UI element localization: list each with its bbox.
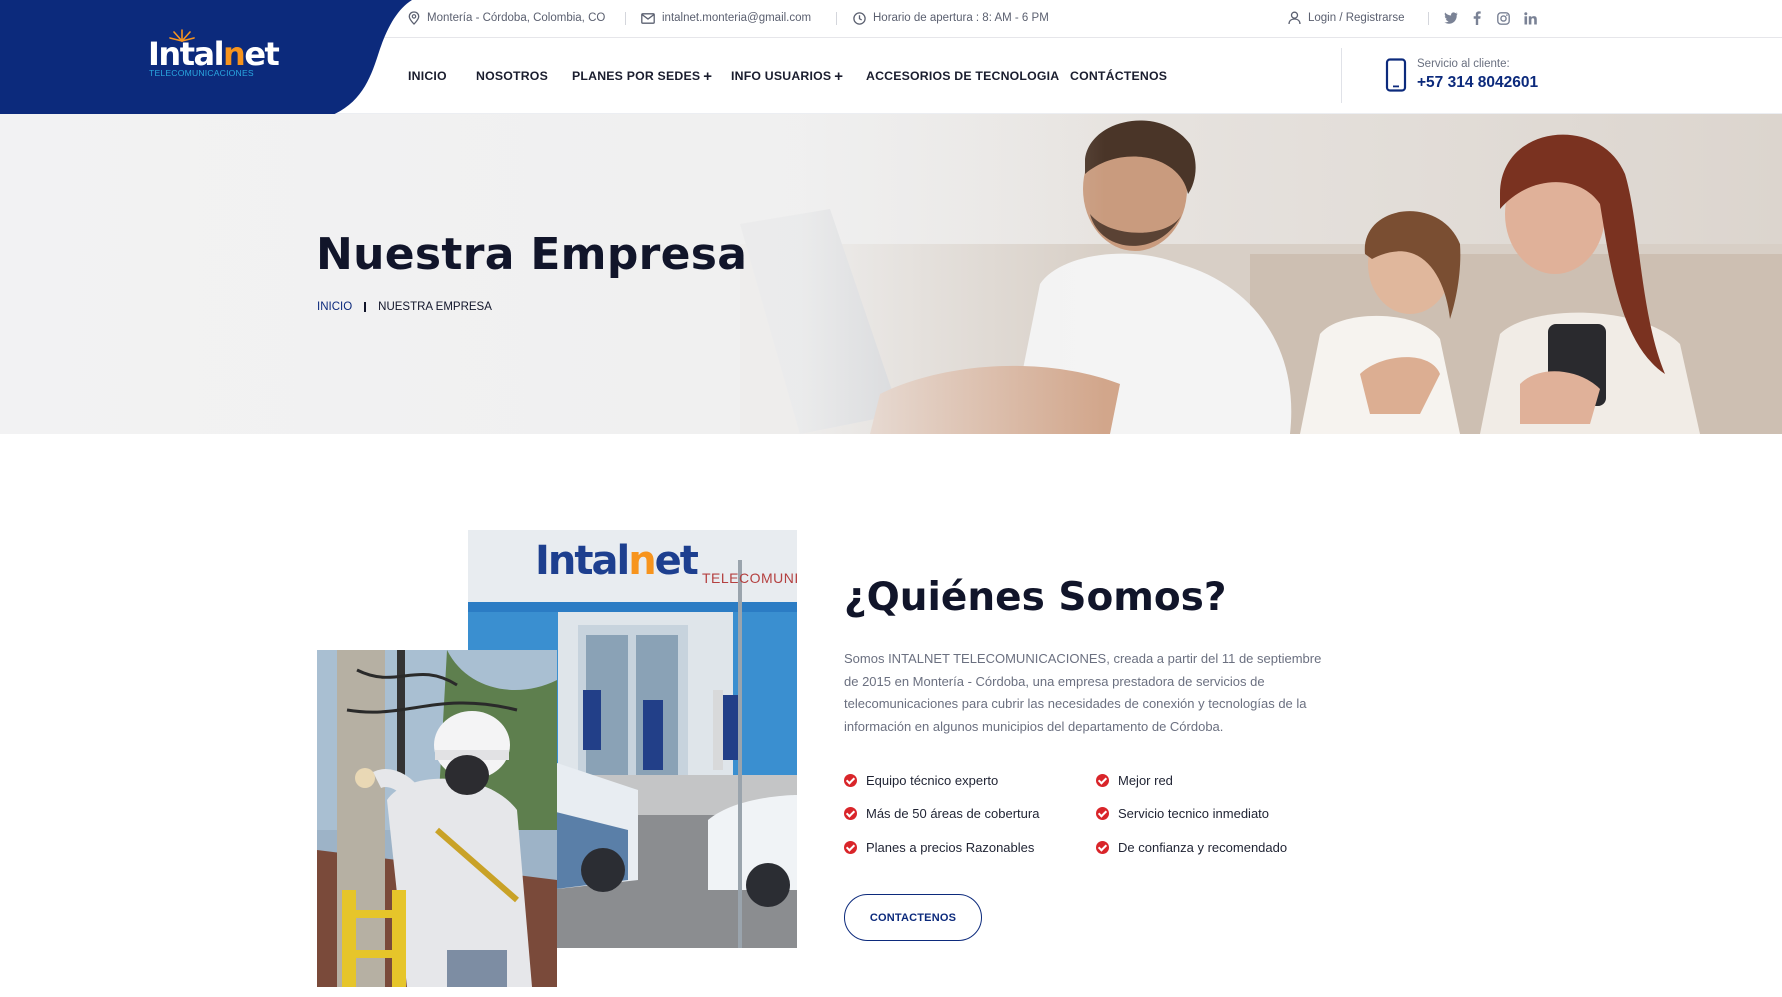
hours-info: Horario de apertura : 8: AM - 6 PM (853, 0, 1049, 36)
store-sign-text: et (654, 538, 699, 584)
hours-text: Horario de apertura : 8: AM - 6 PM (873, 12, 1049, 24)
smartphone-icon (1385, 58, 1407, 92)
feature-item: Equipo técnico experto (844, 773, 998, 788)
store-sign-text: Intal (535, 538, 630, 584)
family-photo (0, 114, 1782, 434)
breadcrumb: INICIO NUESTRA EMPRESA (317, 301, 492, 313)
feature-item: Más de 50 áreas de cobertura (844, 806, 1039, 821)
contact-button[interactable]: CONTACTENOS (844, 894, 982, 941)
check-circle-icon (1096, 807, 1109, 820)
store-sign: Intalnet (535, 538, 699, 584)
check-circle-icon (844, 807, 857, 820)
feature-label: Mejor red (1118, 773, 1173, 788)
nav-item-contactenos[interactable]: CONTÁCTENOS (1070, 38, 1167, 114)
nav-item-info-usuarios[interactable]: INFO USUARIOS + (731, 38, 843, 114)
check-circle-icon (1096, 774, 1109, 787)
intalnet-logo[interactable]: Intalnet TELECOMUNICACIONES (148, 29, 280, 84)
technician-photo (317, 650, 557, 987)
about-paragraph: Somos INTALNET TELECOMUNICACIONES, cread… (844, 651, 1322, 734)
service-phone[interactable]: +57 314 8042601 (1417, 74, 1538, 92)
service-label: Servicio al cliente: (1417, 58, 1510, 70)
feature-item: Servicio tecnico inmediato (1096, 806, 1269, 821)
nav-item-nosotros[interactable]: NOSOTROS (476, 38, 548, 114)
feature-item: Mejor red (1096, 773, 1173, 788)
user-icon (1288, 11, 1301, 25)
instagram-icon[interactable] (1494, 8, 1512, 28)
envelope-icon (641, 12, 655, 24)
location-text: Montería - Córdoba, Colombia, CO (427, 12, 606, 24)
store-sign-subtitle: TELECOMUNIC (702, 570, 797, 586)
login-link[interactable]: Login / Registrarse (1288, 0, 1405, 36)
nav-item-accesorios[interactable]: ACCESORIOS DE TECNOLOGIA (866, 38, 1059, 114)
login-label[interactable]: Login / Registrarse (1308, 12, 1405, 24)
clock-icon (853, 11, 866, 25)
breadcrumb-home-link[interactable]: INICIO (317, 301, 352, 313)
linkedin-icon[interactable] (1521, 8, 1539, 28)
facebook-icon[interactable] (1468, 8, 1486, 28)
topbar-divider (836, 12, 837, 25)
logo-wordmark: Intalnet (148, 38, 280, 70)
feature-item: De confianza y recomendado (1096, 840, 1287, 855)
email-link[interactable]: intalnet.monteria@gmail.com (662, 12, 811, 24)
twitter-icon[interactable] (1442, 8, 1460, 28)
feature-item: Planes a precios Razonables (844, 840, 1034, 855)
nav-label[interactable]: CONTÁCTENOS (1070, 69, 1167, 83)
about-title: ¿Quiénes Somos? (844, 575, 1227, 620)
location-info: Montería - Córdoba, Colombia, CO (408, 0, 605, 36)
plus-icon: + (703, 67, 713, 85)
topbar-divider (625, 12, 626, 25)
nav-label[interactable]: NOSOTROS (476, 69, 548, 83)
feature-label: Más de 50 áreas de cobertura (866, 806, 1040, 821)
breadcrumb-separator (364, 302, 367, 312)
check-circle-icon (844, 774, 857, 787)
breadcrumb-current: NUESTRA EMPRESA (378, 301, 492, 313)
feature-label: De confianza y recomendado (1118, 840, 1288, 855)
plus-icon: + (834, 67, 844, 85)
topbar-divider (1428, 12, 1429, 25)
check-circle-icon (844, 841, 857, 854)
logo-panel: Intalnet TELECOMUNICACIONES (0, 0, 420, 116)
page-hero: Nuestra Empresa INICIO NUESTRA EMPRESA (0, 114, 1782, 434)
technician-illustration (317, 650, 557, 987)
nav-divider (1341, 48, 1342, 103)
nav-item-planes-por-sedes[interactable]: PLANES POR SEDES + (572, 38, 712, 114)
logo-subtitle: TELECOMUNICACIONES (149, 68, 254, 78)
feature-label: Equipo técnico experto (866, 773, 999, 788)
nav-label[interactable]: PLANES POR SEDES (572, 69, 700, 83)
feature-label: Planes a precios Razonables (866, 840, 1035, 855)
check-circle-icon (1096, 841, 1109, 854)
nav-label[interactable]: INFO USUARIOS (731, 69, 831, 83)
store-sign-accent: n (628, 538, 657, 584)
email-info[interactable]: intalnet.monteria@gmail.com (641, 0, 811, 36)
nav-label[interactable]: ACCESORIOS DE TECNOLOGIA (866, 69, 1059, 83)
feature-label: Servicio tecnico inmediato (1118, 806, 1270, 821)
page-title: Nuestra Empresa (316, 229, 748, 280)
